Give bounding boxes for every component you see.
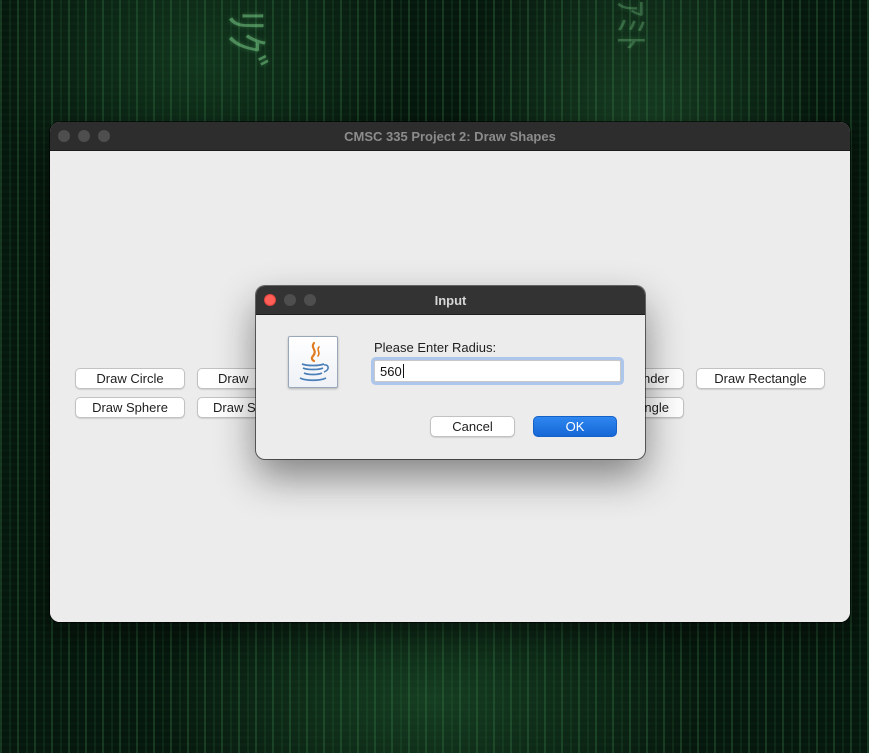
- draw-sphere-button[interactable]: Draw Sphere: [75, 397, 185, 418]
- radius-prompt-label: Please Enter Radius:: [374, 340, 497, 355]
- java-coffee-cup-icon: [288, 336, 338, 388]
- wallpaper-glyph-decoration: ｱﾐﾄ: [610, 0, 650, 51]
- wallpaper-glyph-decoration: ﾘｸﾞ: [220, 10, 271, 76]
- main-window-title: CMSC 335 Project 2: Draw Shapes: [344, 129, 556, 144]
- dialog-title: Input: [434, 293, 467, 308]
- cancel-button[interactable]: Cancel: [430, 416, 515, 437]
- draw-circle-button[interactable]: Draw Circle: [75, 368, 185, 389]
- ok-button[interactable]: OK: [533, 416, 617, 437]
- draw-rectangle-button[interactable]: Draw Rectangle: [696, 368, 825, 389]
- radius-input[interactable]: 560: [374, 360, 621, 382]
- input-dialog: Input Please Enter Radius: 560 Cancel OK: [256, 286, 645, 459]
- main-window-titlebar[interactable]: CMSC 335 Project 2: Draw Shapes: [50, 122, 850, 151]
- dialog-titlebar[interactable]: Input: [256, 286, 645, 315]
- text-caret: [402, 364, 404, 378]
- java-coffee-cup-icon-graphic: [299, 341, 329, 382]
- radius-input-value: 560: [380, 364, 402, 379]
